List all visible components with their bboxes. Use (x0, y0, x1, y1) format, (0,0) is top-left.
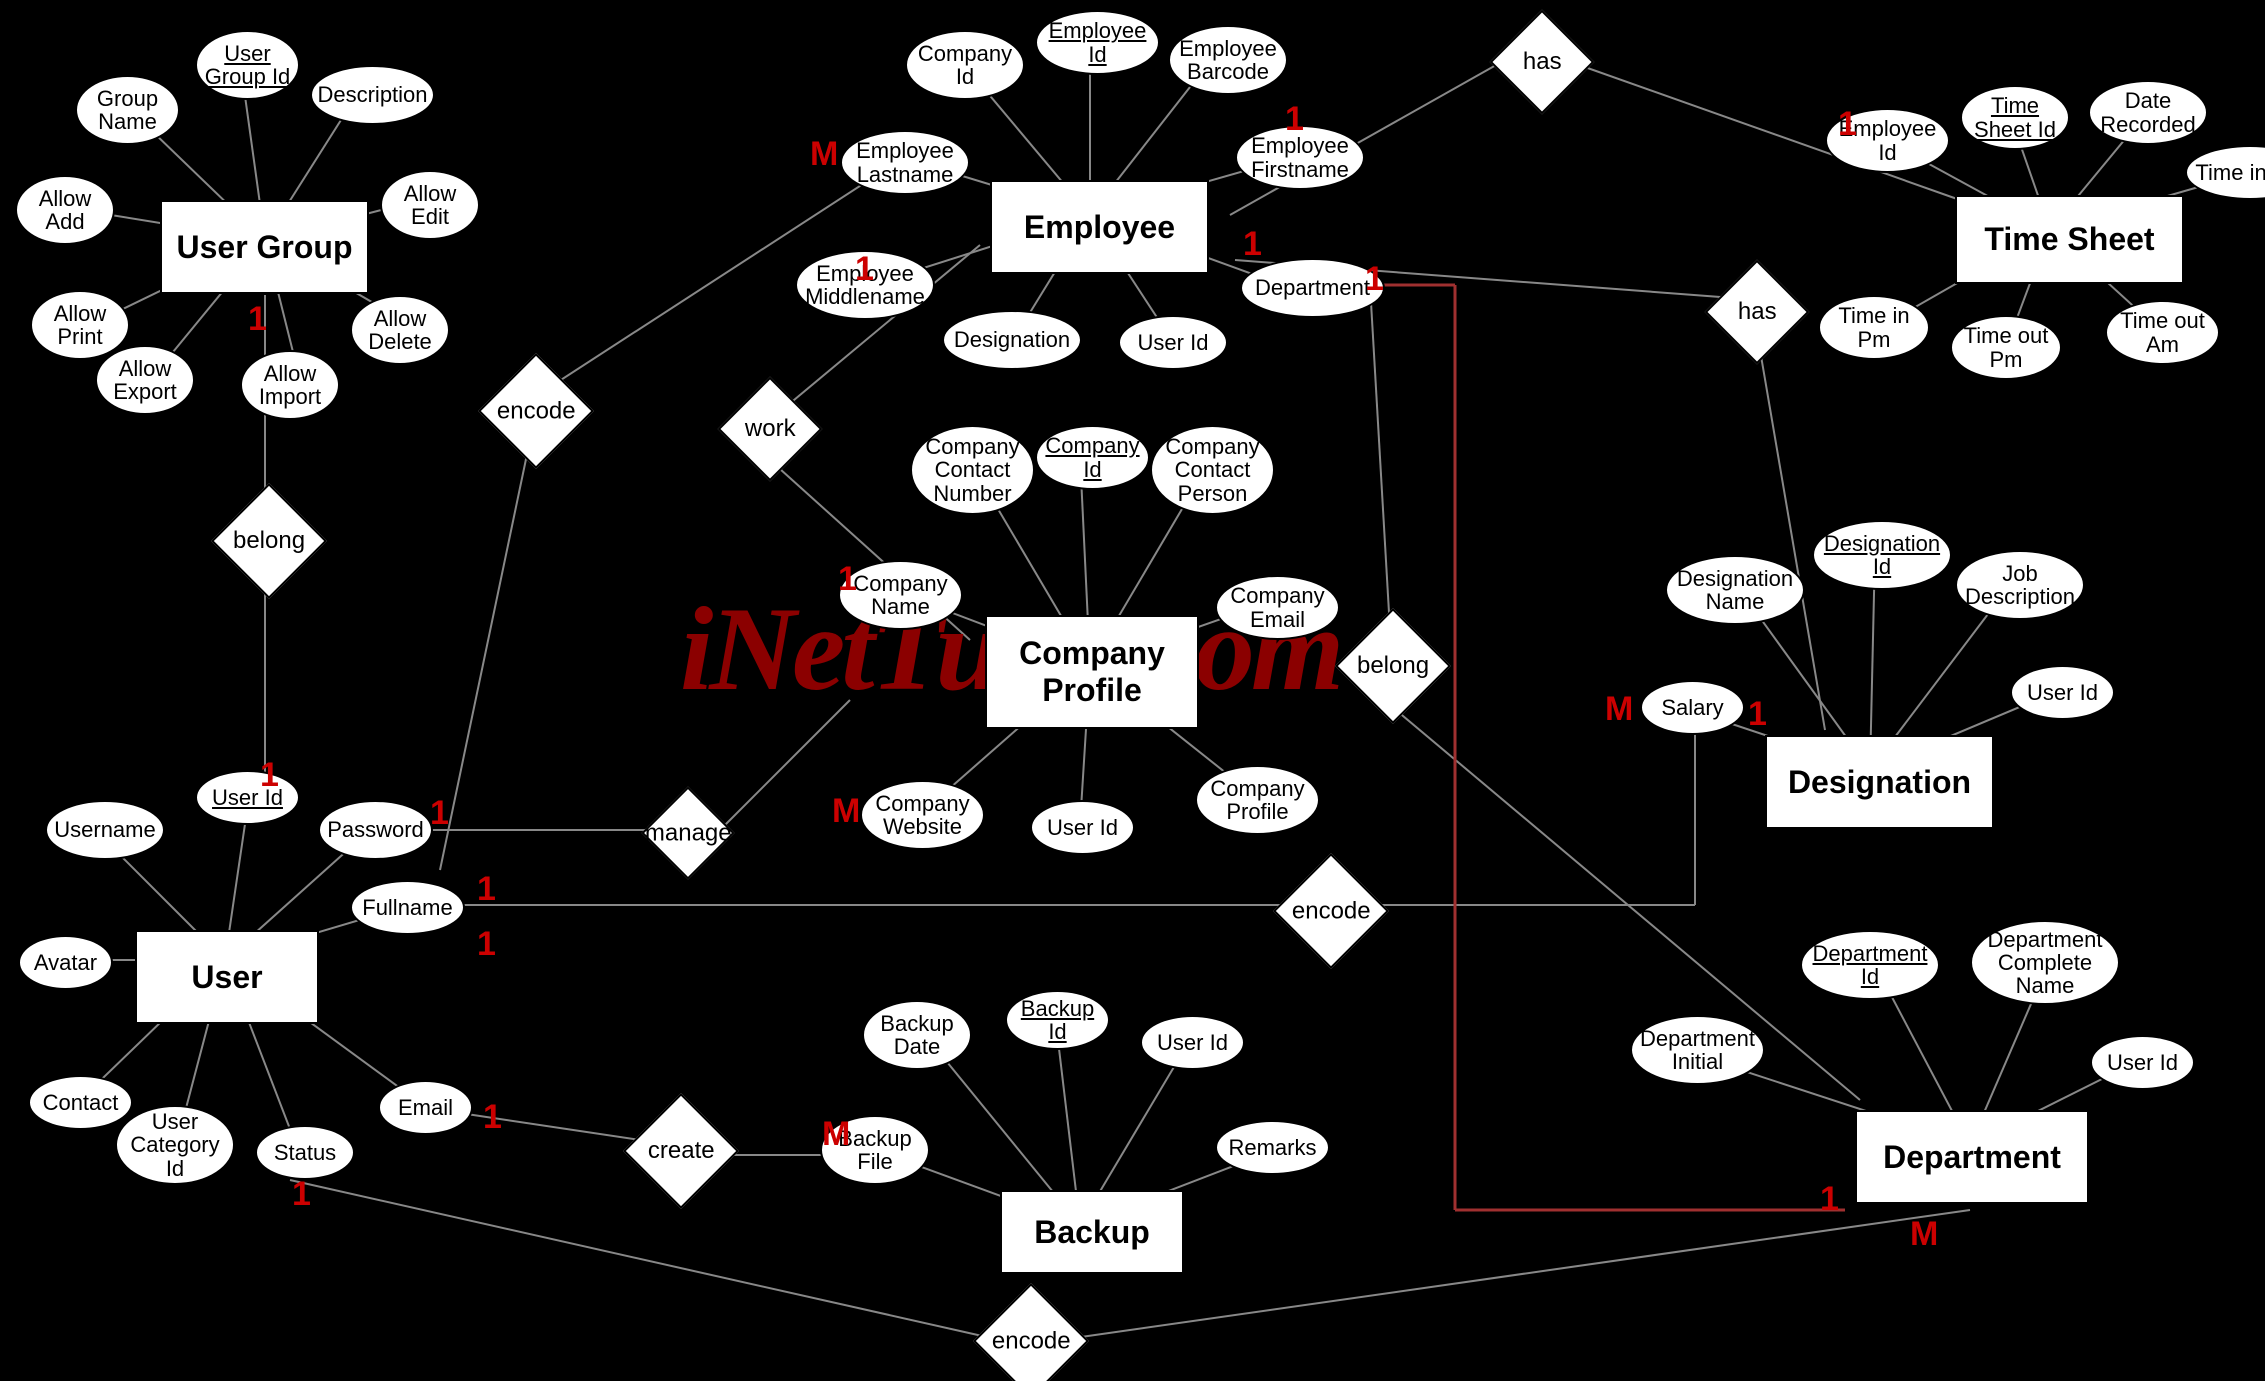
card-emp-1-work: 1 (855, 250, 874, 289)
card-cp-m: M (832, 792, 860, 831)
entity-user: User (135, 930, 319, 1024)
attr-u-username: Username (45, 800, 165, 860)
attr-ts-time-in-pm: Time in Pm (1818, 295, 1930, 360)
entity-user-group: User Group (160, 200, 369, 294)
card-u-1-create: 1 (483, 1098, 502, 1137)
attr-ts-time-out-am: Time out Am (2105, 300, 2220, 365)
attr-u-avatar: Avatar (18, 935, 113, 990)
attr-dp-complete-name: Department Complete Name (1970, 920, 2120, 1005)
attr-ug-allow-print: Allow Print (30, 290, 130, 360)
card-emp-m: M (810, 135, 838, 174)
attr-ug-description: Description (310, 65, 435, 125)
entity-time-sheet: Time Sheet (1955, 195, 2184, 284)
card-u-1-belong: 1 (260, 756, 279, 795)
card-ts-1: 1 (1838, 105, 1857, 144)
er-diagram: iNetTutor.com User Group User Employee C… (0, 0, 2265, 1381)
card-u-1-encode2b: 1 (477, 925, 496, 964)
attr-cp-user-id: User Id (1030, 800, 1135, 855)
attr-ug-allow-delete: Allow Delete (350, 295, 450, 365)
card-cp-1: 1 (838, 560, 857, 599)
attr-d-salary: Salary (1640, 680, 1745, 735)
card-dep-1: 1 (1820, 1180, 1839, 1219)
attr-e-user-id: User Id (1118, 315, 1228, 370)
attr-b-remarks: Remarks (1215, 1120, 1330, 1175)
entity-department: Department (1855, 1110, 2089, 1204)
card-des-1: 1 (1748, 695, 1767, 734)
card-u-1-encode3: 1 (292, 1175, 311, 1214)
attr-b-backup-date: Backup Date (862, 1000, 972, 1070)
attr-ug-allow-add: Allow Add (15, 175, 115, 245)
attr-b-backup-id: Backup Id (1005, 990, 1110, 1050)
attr-cp-company-website: Company Website (860, 780, 985, 850)
attr-dp-department-id: Department Id (1800, 930, 1940, 1000)
card-ug-1: 1 (248, 300, 267, 339)
attr-e-designation: Designation (942, 310, 1082, 370)
attr-d-designation-id: Designation Id (1812, 520, 1952, 590)
attr-u-status: Status (255, 1125, 355, 1180)
attr-ug-user-group-id: User Group Id (195, 30, 300, 100)
card-u-1-manage: 1 (430, 794, 449, 833)
card-des-m: M (1605, 690, 1633, 729)
card-emp-1-has2: 1 (1243, 225, 1262, 264)
entity-employee: Employee (990, 180, 1209, 274)
attr-cp-contact-number: Company Contact Number (910, 425, 1035, 515)
attr-cp-contact-person: Company Contact Person (1150, 425, 1275, 515)
attr-b-user-id: User Id (1140, 1015, 1245, 1070)
attr-u-fullname: Fullname (350, 880, 465, 935)
attr-cp-company-email: Company Email (1215, 575, 1340, 640)
attr-ts-date-recorded: Date Recorded (2088, 80, 2208, 145)
attr-ug-allow-export: Allow Export (95, 345, 195, 415)
attr-dp-initial: Department Initial (1630, 1015, 1765, 1085)
card-b-m: M (822, 1115, 850, 1154)
card-emp-1-belong2: 1 (1365, 260, 1384, 299)
card-u-1-encode2a: 1 (477, 870, 496, 909)
attr-e-employee-barcode: Employee Barcode (1168, 25, 1288, 95)
attr-ts-time-sheet-id: Time Sheet Id (1960, 85, 2070, 150)
attr-ug-allow-import: Allow Import (240, 350, 340, 420)
entity-company-profile: Company Profile (985, 615, 1199, 729)
attr-dp-user-id: User Id (2090, 1035, 2195, 1090)
attr-cp-company-id: Company Id (1035, 425, 1150, 490)
attr-cp-company-profile: Company Profile (1195, 765, 1320, 835)
attr-u-contact: Contact (28, 1075, 133, 1130)
attr-e-employee-id: Employee Id (1035, 10, 1160, 75)
attr-e-department: Department (1240, 258, 1385, 318)
attr-e-lastname: Employee Lastname (840, 130, 970, 195)
attr-u-email: Email (378, 1080, 473, 1135)
card-emp-1-has1: 1 (1285, 100, 1304, 139)
entity-designation: Designation (1765, 735, 1994, 829)
attr-e-company-id: Company Id (905, 30, 1025, 100)
attr-d-designation-name: Designation Name (1665, 555, 1805, 625)
attr-ug-group-name: Group Name (75, 75, 180, 145)
card-dep-m: M (1910, 1215, 1938, 1254)
attr-u-user-id: User Id (195, 770, 300, 825)
attr-u-password: Password (318, 800, 433, 860)
attr-d-user-id: User Id (2010, 665, 2115, 720)
attr-d-job-description: Job Description (1955, 550, 2085, 620)
attr-ts-time-out-pm: Time out Pm (1950, 315, 2062, 380)
entity-backup: Backup (1000, 1190, 1184, 1274)
attr-u-user-category-id: User Category Id (115, 1105, 235, 1185)
attr-ug-allow-edit: Allow Edit (380, 170, 480, 240)
